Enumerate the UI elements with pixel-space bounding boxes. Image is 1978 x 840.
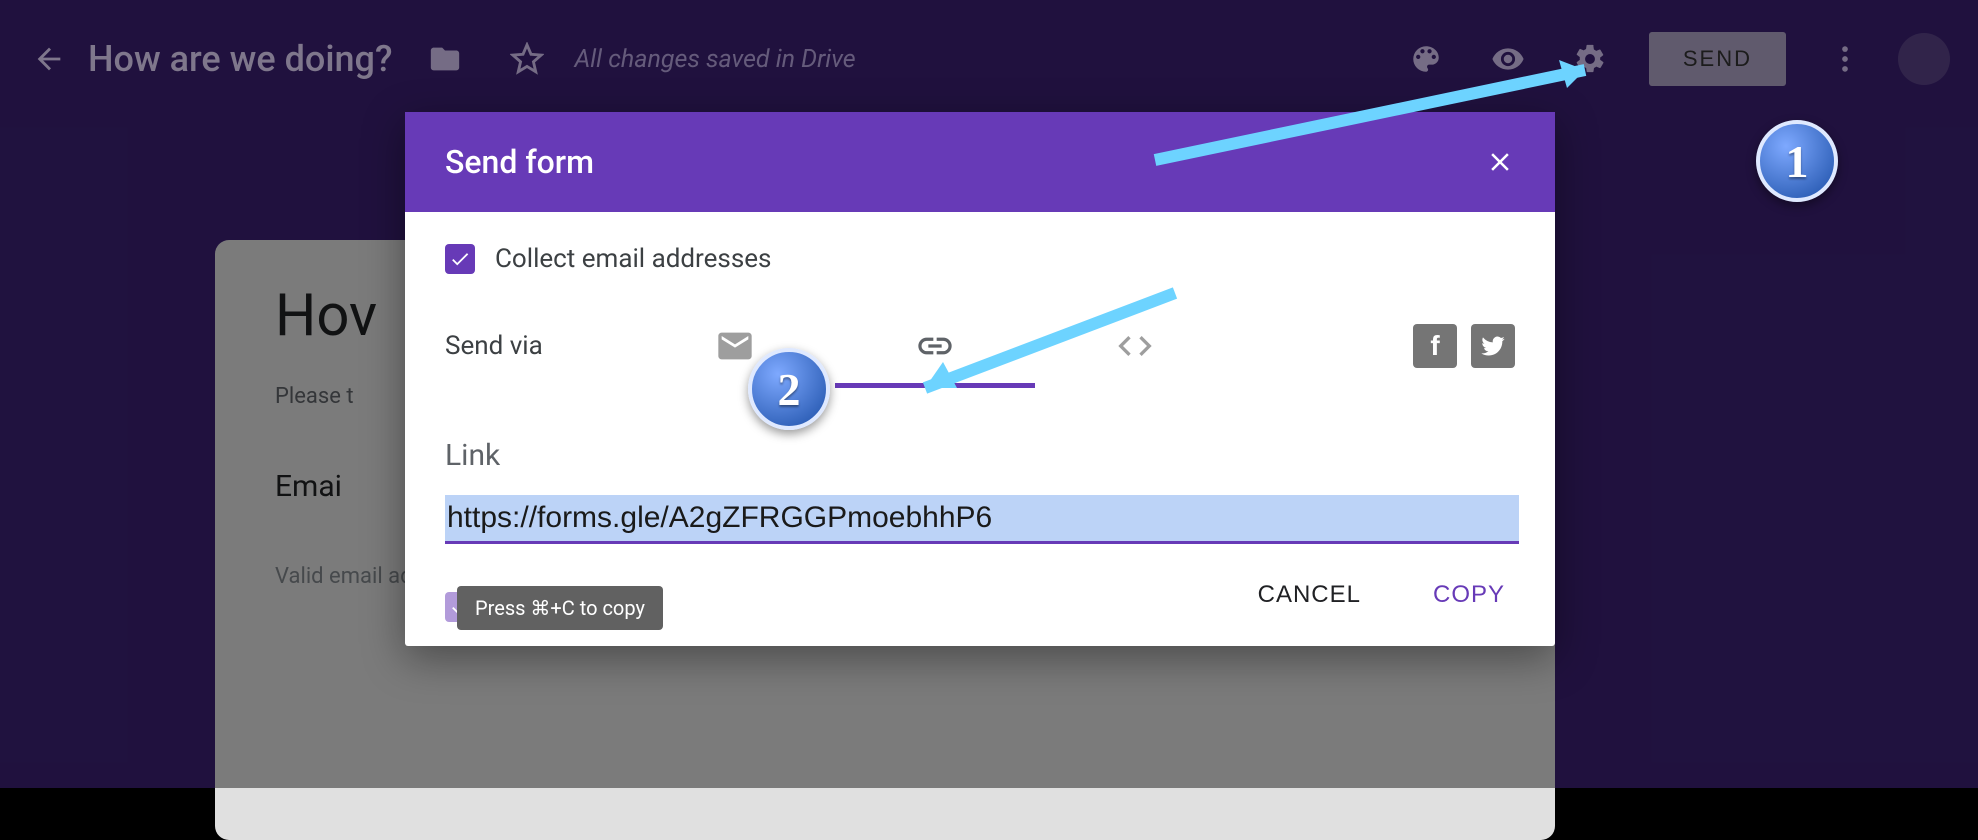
- link-url-input[interactable]: [445, 495, 1519, 544]
- twitter-share-icon[interactable]: [1471, 324, 1515, 368]
- link-section-label: Link: [445, 438, 1515, 473]
- send-via-label: Send via: [445, 331, 635, 361]
- tab-embed[interactable]: [1035, 316, 1235, 376]
- copy-button[interactable]: COPY: [1427, 580, 1511, 610]
- collect-email-label: Collect email addresses: [495, 244, 771, 274]
- collect-email-checkbox[interactable]: [445, 244, 475, 274]
- copy-tooltip: Press ⌘+C to copy: [457, 586, 663, 630]
- annotation-badge-1: 1: [1756, 120, 1838, 202]
- facebook-share-icon[interactable]: f: [1413, 324, 1457, 368]
- annotation-badge-2: 2: [748, 348, 830, 430]
- cancel-button[interactable]: CANCEL: [1252, 580, 1367, 610]
- send-form-dialog: Send form Collect email addresses Send v…: [405, 112, 1555, 646]
- dialog-title: Send form: [445, 143, 594, 181]
- tab-link[interactable]: [835, 316, 1035, 376]
- close-icon[interactable]: [1485, 147, 1515, 177]
